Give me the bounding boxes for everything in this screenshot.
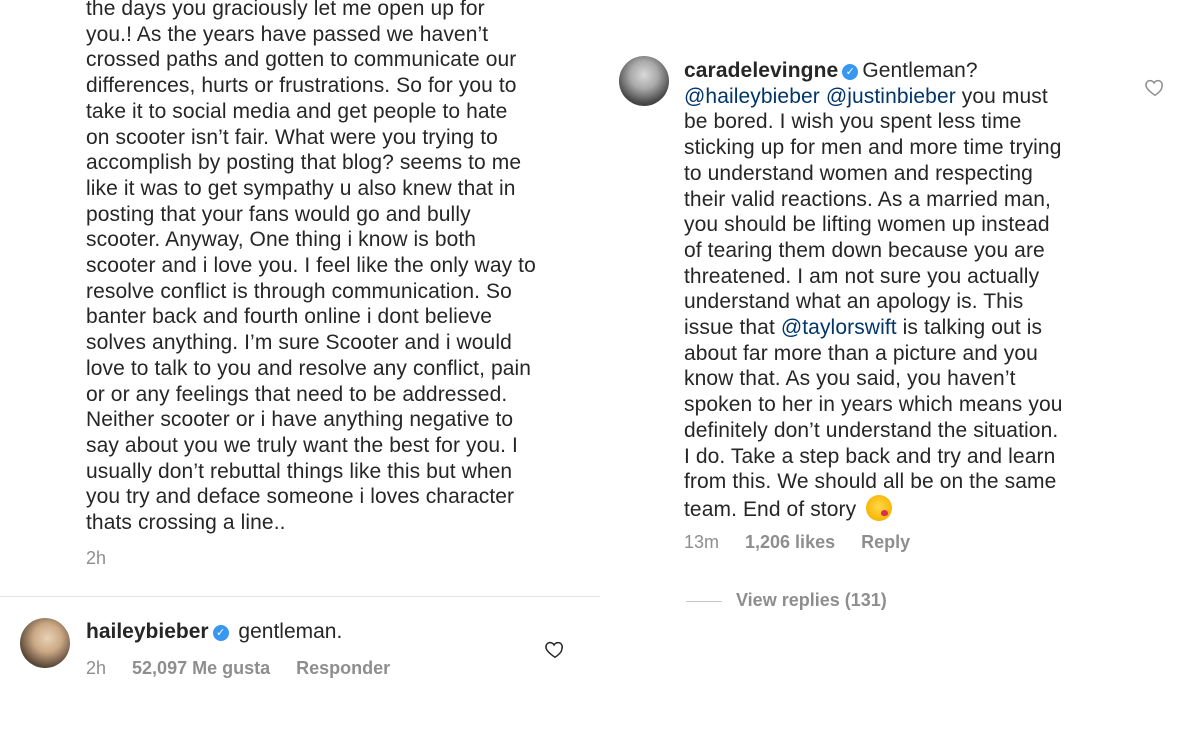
comment-meta: 13m 1,206 likes Reply <box>684 532 910 553</box>
heart-icon[interactable] <box>544 638 566 660</box>
reply-meta: 2h 52,097 Me gusta Responder <box>86 658 390 679</box>
mention-taylorswift[interactable]: @taylorswift <box>781 316 897 339</box>
comment-body: the days you graciously let me open up f… <box>86 0 536 535</box>
avatar-caradelevingne[interactable] <box>619 56 669 106</box>
comment-body: caradelevingne ✓ Gentleman? @haileybieber … <box>684 58 1114 523</box>
reply-text: gentleman. <box>238 620 343 643</box>
kiss-emoji-icon <box>866 494 893 521</box>
reply-time: 2h <box>86 658 107 678</box>
mention-haileybieber[interactable]: @haileybieber <box>684 85 820 108</box>
view-replies-label[interactable]: View replies (131) <box>736 590 887 610</box>
comment-time: 13m <box>684 532 720 552</box>
reply-button[interactable]: Responder <box>296 658 390 678</box>
reply-line: haileybieber ✓ gentleman. <box>86 620 342 644</box>
username-caradelevingne[interactable]: caradelevingne <box>684 59 838 82</box>
username-haileybieber[interactable]: haileybieber <box>86 620 209 643</box>
avatar-haileybieber[interactable] <box>20 618 70 668</box>
replies-line <box>686 600 722 602</box>
divider <box>0 596 600 597</box>
heart-icon[interactable] <box>1144 76 1166 98</box>
left-screenshot: the days you graciously let me open up f… <box>0 0 600 750</box>
comment-intro: Gentleman? <box>862 59 978 82</box>
comment-timestamp: 2h <box>86 548 107 568</box>
comment-text-b: is talking out is about far more than a … <box>684 316 1063 521</box>
verified-icon: ✓ <box>212 625 229 641</box>
mention-justinbieber[interactable]: @justinbieber <box>826 85 956 108</box>
verified-icon: ✓ <box>842 64 859 80</box>
likes-count[interactable]: 52,097 Me gusta <box>132 658 270 678</box>
comment-text-a: you must be bored. I wish you spent less… <box>684 84 1062 340</box>
right-screenshot: caradelevingne ✓ Gentleman? @haileybieber … <box>600 0 1200 750</box>
view-replies-button[interactable]: View replies (131) <box>686 590 887 611</box>
likes-count[interactable]: 1,206 likes <box>745 532 835 552</box>
reply-button[interactable]: Reply <box>861 532 910 552</box>
